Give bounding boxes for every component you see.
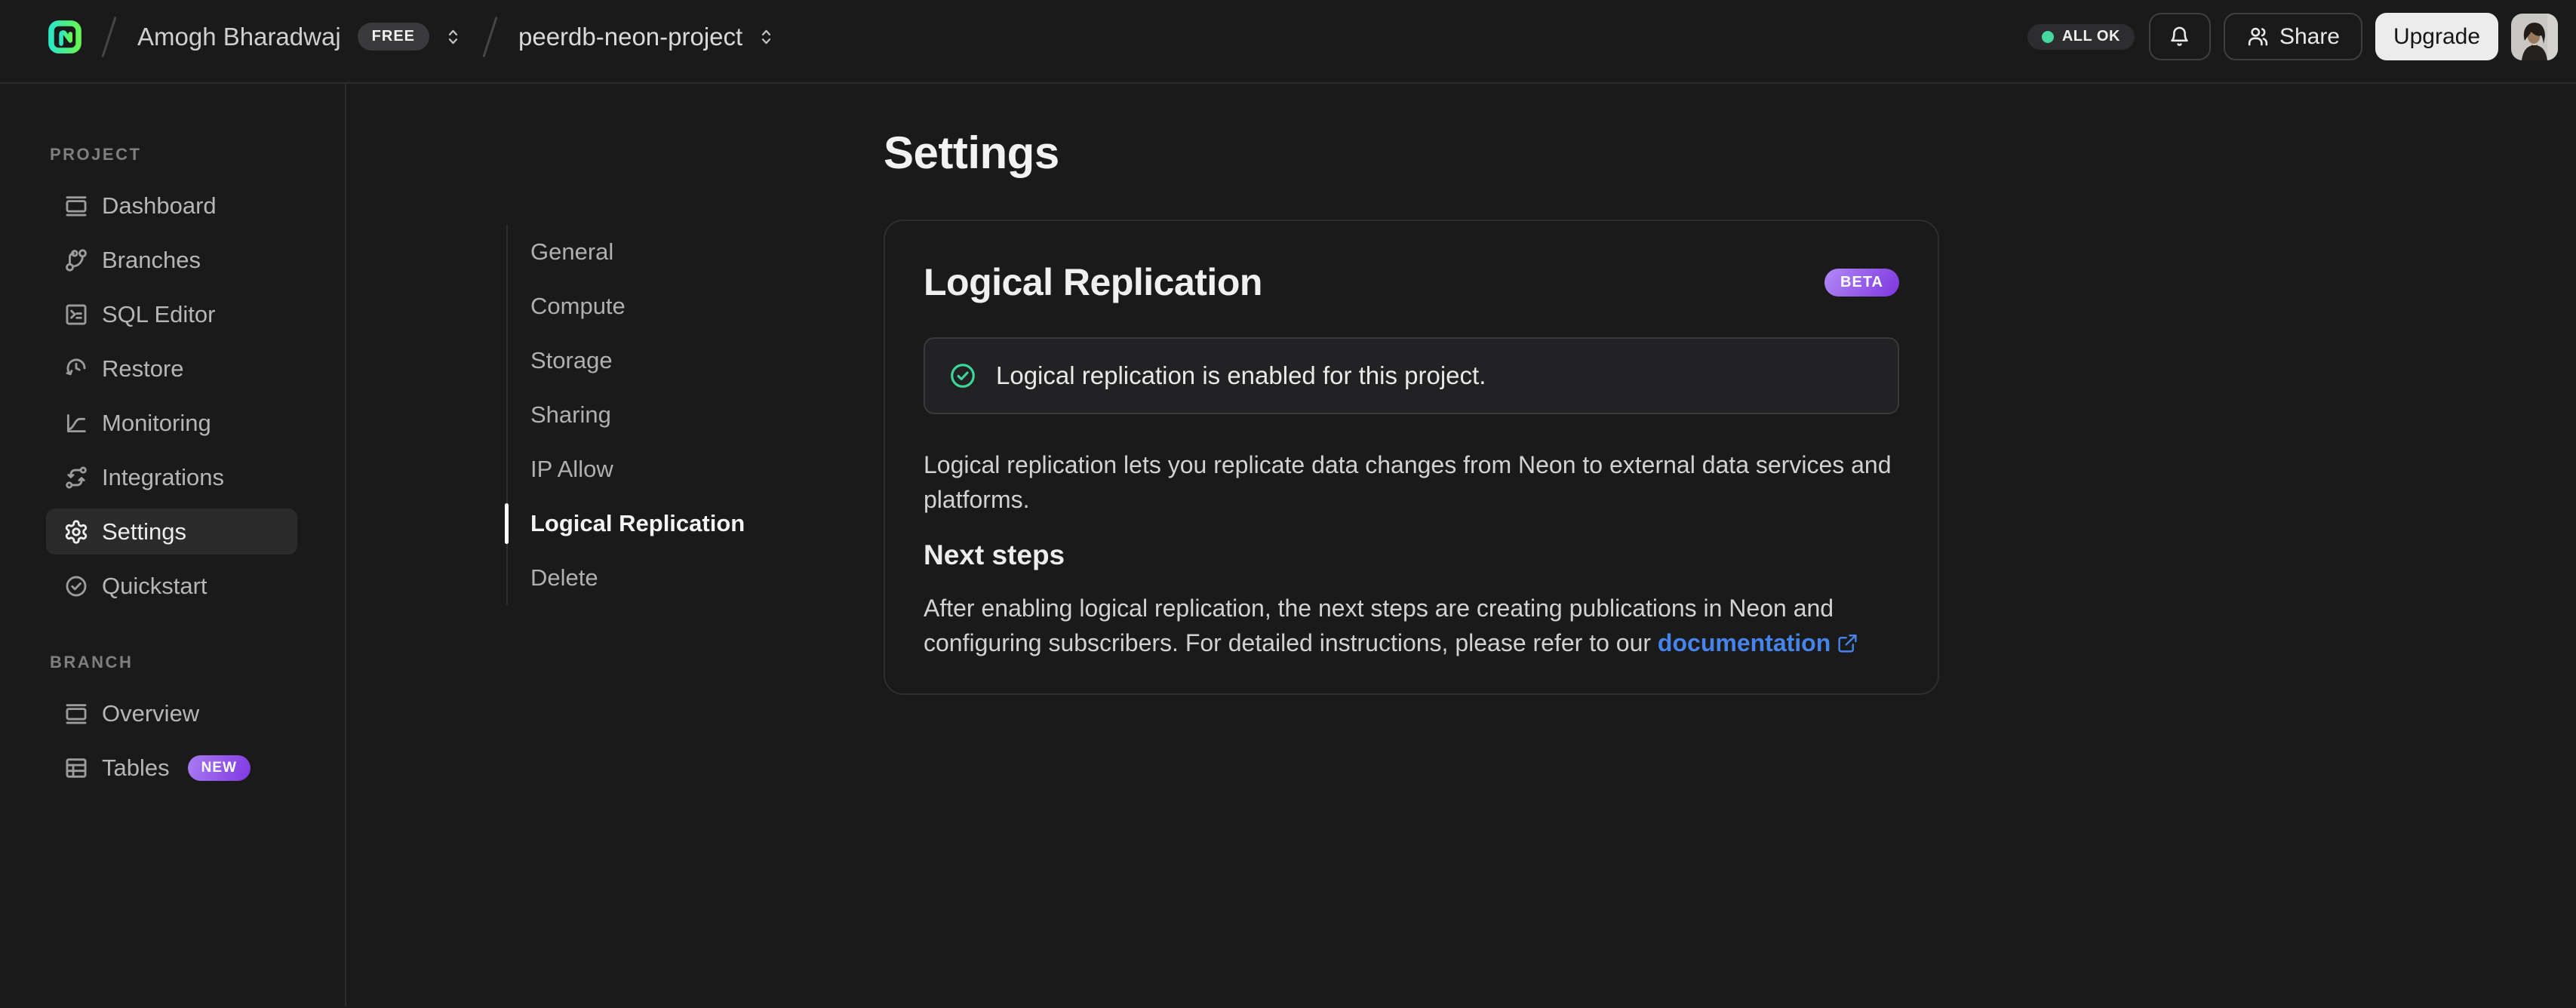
gear-icon (63, 519, 89, 545)
documentation-link[interactable]: documentation (1658, 629, 1858, 656)
sidebar-item-label: Restore (102, 355, 184, 382)
replication-description: Logical replication lets you replicate d… (924, 451, 1892, 513)
overview-icon (63, 701, 89, 727)
avatar[interactable] (2511, 13, 2558, 60)
bell-icon (2171, 26, 2189, 46)
settings-nav-logical-replication[interactable]: Logical Replication (505, 496, 823, 551)
upgrade-button[interactable]: Upgrade (2375, 13, 2498, 60)
tables-icon (63, 755, 89, 781)
share-button-label: Share (2279, 23, 2340, 49)
project-switcher-chevrons-icon[interactable] (756, 25, 776, 49)
settings-nav-storage[interactable]: Storage (508, 333, 823, 388)
avatar-image (2511, 13, 2558, 60)
org-switcher-chevrons-icon[interactable] (443, 25, 463, 49)
app-shell: PROJECT Dashboard Branches SQL Editor Re… (0, 84, 2576, 1006)
sidebar-item-restore[interactable]: Restore (46, 346, 297, 392)
branches-icon (63, 247, 89, 273)
restore-icon (63, 356, 89, 382)
sidebar-item-dashboard[interactable]: Dashboard (46, 183, 297, 229)
sidebar-item-settings[interactable]: Settings (46, 509, 297, 555)
next-steps-title: Next steps (924, 539, 1065, 570)
top-bar: Amogh Bharadwaj FREE peerdb-neon-project… (0, 0, 2576, 84)
main-content: Settings Logical Replication BETA Logica… (884, 84, 1939, 695)
dashboard-icon (63, 193, 89, 219)
settings-nav-delete[interactable]: Delete (508, 551, 823, 605)
breadcrumb-separator (482, 16, 498, 57)
sidebar: PROJECT Dashboard Branches SQL Editor Re… (0, 84, 346, 1006)
new-badge: NEW (187, 754, 251, 781)
status-dot-icon (2041, 30, 2054, 43)
share-users-icon (2248, 27, 2268, 46)
check-circle-icon (948, 361, 977, 390)
sidebar-item-label: SQL Editor (102, 300, 216, 327)
sidebar-item-label: Dashboard (102, 192, 217, 219)
sidebar-item-label: Settings (102, 518, 187, 545)
notifications-button[interactable] (2148, 13, 2211, 60)
share-button[interactable]: Share (2223, 13, 2362, 60)
settings-nav-compute[interactable]: Compute (508, 279, 823, 333)
external-link-icon (1838, 635, 1857, 653)
sidebar-item-label: Branches (102, 246, 201, 273)
sidebar-item-monitoring[interactable]: Monitoring (46, 400, 297, 446)
sidebar-item-label: Integrations (102, 463, 224, 490)
sidebar-item-tables[interactable]: Tables NEW (46, 745, 297, 791)
sidebar-item-label: Quickstart (102, 572, 207, 599)
sidebar-item-label: Tables (102, 754, 170, 781)
sidebar-item-branches[interactable]: Branches (46, 237, 297, 283)
upgrade-button-label: Upgrade (2393, 23, 2481, 49)
sidebar-item-integrations[interactable]: Integrations (46, 454, 297, 500)
page-title: Settings (884, 128, 1059, 178)
top-bar-actions: ALL OK Share Upgrade (2027, 13, 2558, 60)
breadcrumb: Amogh Bharadwaj FREE peerdb-neon-project (48, 16, 2027, 58)
beta-badge: BETA (1824, 268, 1899, 297)
settings-subnav: General Compute Storage Sharing IP Allow… (505, 225, 823, 605)
breadcrumb-separator (101, 16, 117, 57)
alert-text: Logical replication is enabled for this … (996, 361, 1486, 389)
next-steps-text: After enabling logical replication, the … (924, 591, 1899, 660)
replication-enabled-alert: Logical replication is enabled for this … (924, 337, 1899, 414)
integrations-icon (63, 465, 89, 490)
status-badge-label: ALL OK (2061, 28, 2120, 45)
sidebar-item-label: Monitoring (102, 409, 211, 436)
sql-editor-icon (63, 302, 89, 327)
card-title: Logical Replication (924, 261, 1262, 303)
documentation-link-label: documentation (1657, 629, 1831, 656)
sidebar-item-label: Overview (102, 699, 200, 727)
sidebar-section-project: PROJECT (50, 145, 142, 164)
sidebar-item-overview[interactable]: Overview (46, 690, 297, 736)
quickstart-icon (63, 573, 89, 599)
sidebar-item-quickstart[interactable]: Quickstart (46, 563, 297, 609)
status-badge[interactable]: ALL OK (2027, 23, 2135, 50)
sidebar-item-sql-editor[interactable]: SQL Editor (46, 291, 297, 337)
logical-replication-card: Logical Replication BETA Logical replica… (884, 220, 1939, 695)
org-name[interactable]: Amogh Bharadwaj (137, 23, 341, 51)
settings-nav-sharing[interactable]: Sharing (508, 388, 823, 442)
neon-logo-icon[interactable] (48, 18, 82, 56)
sidebar-section-branch: BRANCH (50, 653, 134, 671)
plan-badge: FREE (357, 23, 429, 51)
settings-nav-ip-allow[interactable]: IP Allow (508, 442, 823, 496)
monitoring-icon (63, 410, 89, 436)
settings-nav-general[interactable]: General (508, 225, 823, 279)
project-name[interactable]: peerdb-neon-project (518, 23, 742, 51)
